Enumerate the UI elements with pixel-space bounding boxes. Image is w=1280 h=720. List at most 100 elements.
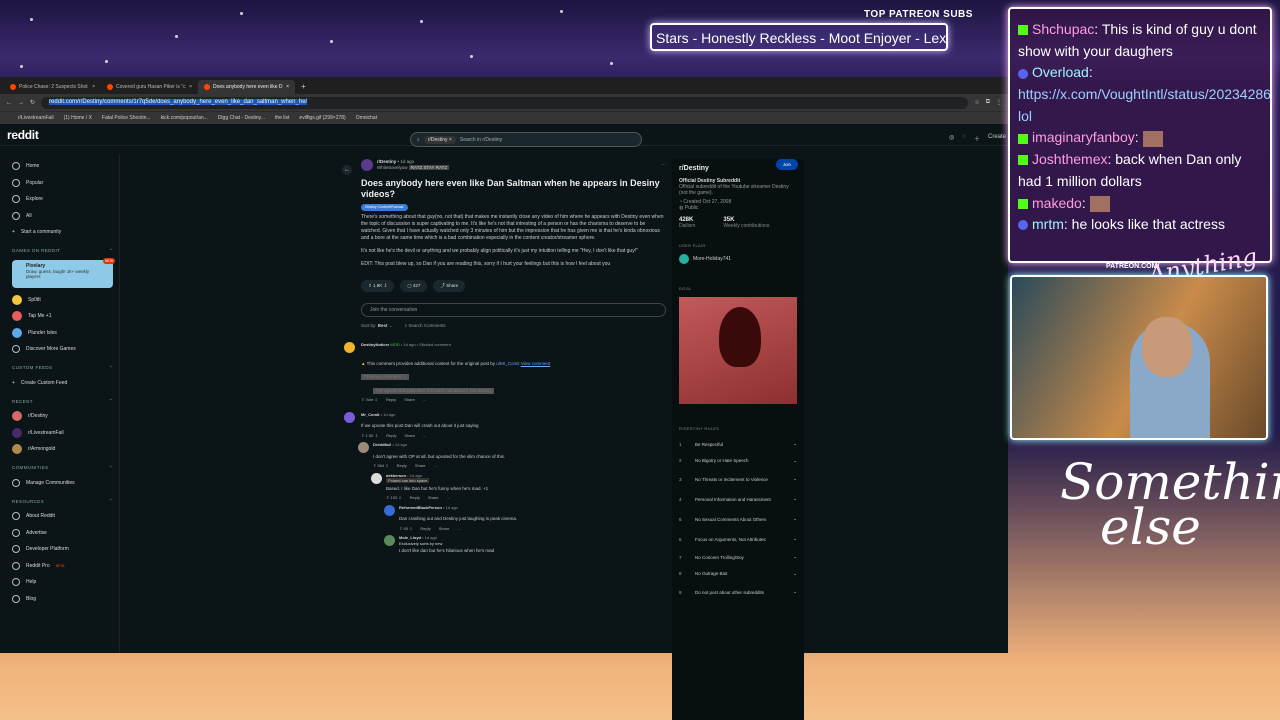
vote-pill[interactable]: ⇧ 1.9K ⇩ bbox=[361, 280, 395, 293]
game-item[interactable]: Plunder Isles bbox=[12, 325, 113, 342]
create-button[interactable]: Create bbox=[988, 134, 1006, 143]
user-flair-row[interactable]: More-Holiday741 bbox=[679, 254, 797, 264]
bookmark-item[interactable]: r/LivestreamFail bbox=[18, 115, 54, 121]
share-button[interactable]: Share bbox=[404, 397, 415, 403]
share-button[interactable]: ⤴ Share bbox=[433, 280, 466, 293]
comment-author[interactable]: Mr_Comit bbox=[361, 412, 379, 417]
game-item[interactable]: Sp0tlt bbox=[12, 292, 113, 309]
search-scope-chip[interactable]: r/Destiny × bbox=[423, 135, 456, 144]
bookmark-item[interactable]: evilfigs.gif (299×278) bbox=[299, 115, 345, 121]
share-button[interactable]: Share bbox=[415, 463, 426, 469]
dggl-image[interactable] bbox=[679, 297, 797, 404]
recent-head[interactable]: RECENT ⌃ bbox=[12, 394, 113, 408]
tab-2[interactable]: Covered guru Hasan Piker is "c × bbox=[101, 80, 198, 94]
warn-user-link[interactable]: u/Mr_Comit bbox=[496, 361, 519, 366]
extensions-icon[interactable]: ⧉ bbox=[986, 99, 990, 106]
resource-item[interactable]: Advertise bbox=[12, 525, 113, 542]
bookmark-item[interactable]: kick.com/popout/an... bbox=[161, 115, 208, 121]
rule-item[interactable]: 8 No Outrage Bait ⌄ bbox=[679, 566, 797, 583]
more-options-icon[interactable]: ··· bbox=[662, 162, 667, 168]
reply-button[interactable]: Reply bbox=[386, 397, 396, 403]
reddit-search[interactable]: ⌕ r/Destiny × Search in r/Destiny bbox=[410, 132, 642, 147]
rule-item[interactable]: 9 Do not post about other subreddits ⌄ bbox=[679, 582, 797, 602]
nav-explore[interactable]: Explore bbox=[12, 191, 113, 208]
back-arrow-icon[interactable]: ← bbox=[342, 165, 352, 175]
comment-author[interactable]: ReformedBlackPerson bbox=[399, 505, 442, 510]
rule-item[interactable]: 7 No Concern Trolling/Soy ⌄ bbox=[679, 549, 797, 566]
forward-icon[interactable]: → bbox=[18, 100, 24, 106]
nav-popular[interactable]: Popular bbox=[12, 175, 113, 192]
communities-head[interactable]: COMMUNITIES ⌃ bbox=[12, 461, 113, 475]
resources-head[interactable]: RESOURCES ⌃ bbox=[12, 494, 113, 508]
create-custom-feed[interactable]: + Create Custom Feed bbox=[12, 375, 113, 392]
more-button[interactable]: ... bbox=[447, 495, 450, 501]
rule-item[interactable]: 1 Be Respectful ⌄ bbox=[679, 436, 797, 453]
bookmark-item[interactable]: Omnichat bbox=[356, 115, 377, 121]
nav-all[interactable]: All bbox=[12, 208, 113, 225]
reply-button[interactable]: Reply bbox=[420, 526, 430, 532]
sort-dropdown[interactable]: Sort by: Best ⌄ bbox=[361, 323, 393, 329]
avatar[interactable] bbox=[371, 472, 382, 484]
view-comment-link[interactable]: View comment bbox=[521, 361, 550, 366]
recent-item[interactable]: r/LivestreamFail bbox=[12, 425, 113, 442]
vote-button[interactable]: ⇧ 65 ⇩ bbox=[399, 526, 412, 532]
new-tab-icon[interactable]: + bbox=[295, 79, 312, 94]
bookmark-item[interactable]: Fatal Police Shootin... bbox=[102, 115, 151, 121]
share-button[interactable]: Share bbox=[439, 526, 450, 532]
downvote-icon[interactable]: ⇩ bbox=[384, 283, 388, 288]
avatar[interactable] bbox=[344, 341, 355, 353]
subreddit-avatar[interactable] bbox=[361, 159, 373, 172]
back-icon[interactable]: ← bbox=[6, 100, 12, 106]
vote-button[interactable]: ⇧ 193 ⇩ bbox=[386, 495, 402, 501]
more-button[interactable]: ... bbox=[423, 397, 426, 403]
search-comments[interactable]: ⌕ Search Comments bbox=[405, 323, 446, 329]
close-icon[interactable]: × bbox=[92, 84, 95, 90]
rule-item[interactable]: 3 No Threats or Incitement to Violence ⌄ bbox=[679, 469, 797, 489]
bookmark-item[interactable]: the list bbox=[275, 115, 289, 121]
avatar[interactable] bbox=[384, 504, 395, 516]
more-button[interactable]: ... bbox=[434, 463, 437, 469]
bookmark-item[interactable]: Digg Chat - Destiny... bbox=[218, 115, 265, 121]
ads-icon[interactable]: ◎ bbox=[949, 134, 954, 143]
resource-item[interactable]: Blog bbox=[12, 591, 113, 608]
post-subreddit[interactable]: r/Destiny bbox=[377, 159, 396, 164]
custom-feeds-head[interactable]: CUSTOM FEEDS ⌃ bbox=[12, 361, 113, 375]
comments-button[interactable]: ▢ 427 bbox=[400, 280, 428, 293]
rule-item[interactable]: 4 Personal Information and Harassment ⌄ bbox=[679, 489, 797, 509]
menu-icon[interactable]: ⋮ bbox=[996, 99, 1002, 106]
tab-1[interactable]: Police Chase: 2 Suspects Shot × bbox=[4, 80, 101, 94]
post-author[interactable]: Whitetravelyuw bbox=[377, 165, 408, 170]
reply-button[interactable]: Reply bbox=[397, 463, 407, 469]
reply-button[interactable]: Reply bbox=[410, 495, 420, 501]
tab-3[interactable]: Does anybody here even like D × bbox=[198, 80, 295, 94]
rule-item[interactable]: 6 Focus on Arguments, Not Attributes ⌄ bbox=[679, 529, 797, 549]
resource-item[interactable]: Developer Platform bbox=[12, 541, 113, 558]
chat-icon[interactable]: ◌ bbox=[962, 134, 966, 143]
bookmark-item[interactable]: (1) Home / X bbox=[64, 115, 92, 121]
vote-button[interactable]: ⇧ 564 ⇩ bbox=[373, 463, 389, 469]
discover-games[interactable]: Discover More Games bbox=[12, 341, 113, 358]
vote-button[interactable]: ⇧ 1.5K ⇩ bbox=[361, 433, 378, 439]
comment-author[interactable]: DestinyNoticer bbox=[361, 342, 389, 347]
reply-button[interactable]: Reply bbox=[386, 433, 396, 439]
rule-item[interactable]: 5 No Sexual Comments About Others ⌄ bbox=[679, 509, 797, 529]
join-conversation-input[interactable]: Join the conversation bbox=[361, 303, 666, 318]
share-button[interactable]: Share bbox=[404, 433, 415, 439]
avatar[interactable] bbox=[344, 411, 355, 423]
game-card-pixelary[interactable]: Pixelary Draw, guess, laugh! 1k+ weekly … bbox=[12, 257, 115, 288]
rule-item[interactable]: 2 No Bigotry or Hate Speech ⌄ bbox=[679, 453, 797, 470]
create-icon[interactable]: ＋ bbox=[974, 134, 980, 143]
more-button[interactable]: ... bbox=[457, 526, 460, 532]
comment-author[interactable]: Mole_Lloyd bbox=[399, 535, 421, 540]
url-field[interactable]: reddit.com/r/Destiny/comments/1r7q5de/do… bbox=[41, 96, 969, 109]
more-button[interactable]: ... bbox=[423, 433, 426, 439]
recent-item[interactable]: r/Destiny bbox=[12, 408, 113, 425]
game-item[interactable]: Tap Me +1 bbox=[12, 308, 113, 325]
post-flair[interactable]: Destiny Content/Podcast bbox=[361, 204, 408, 211]
nav-home[interactable]: Home bbox=[12, 158, 113, 175]
close-icon[interactable]: × bbox=[286, 84, 289, 90]
upvote-icon[interactable]: ⇧ bbox=[368, 283, 372, 288]
resource-item[interactable]: Reddit Pro BETA bbox=[12, 558, 113, 575]
bookmark-star-icon[interactable]: ☆ bbox=[974, 99, 979, 106]
comment-author[interactable]: DrinkMo2 bbox=[373, 442, 391, 447]
